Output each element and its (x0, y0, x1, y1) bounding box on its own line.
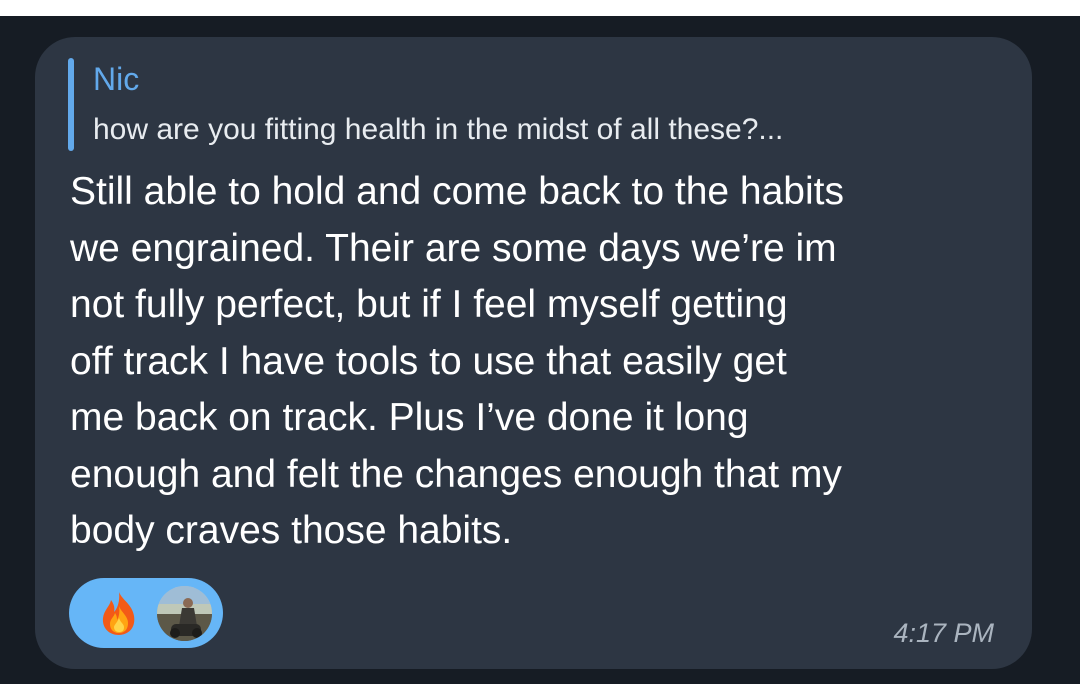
person-photo-icon (157, 586, 212, 641)
message-timestamp: 4:17 PM (893, 618, 994, 648)
message-line: body craves those habits. (70, 509, 513, 552)
message-line: Still able to hold and come back to the … (70, 170, 844, 213)
message-text: Still able to hold and come back to the … (70, 164, 1010, 560)
reply-preview[interactable]: how are you fitting health in the midst … (93, 113, 783, 147)
message-line: we engrained. Their are some days we’re … (70, 226, 837, 270)
reply-author[interactable]: Nic (93, 61, 139, 98)
message-line: me back on track. Plus I’ve done it long (70, 396, 749, 439)
fire-icon (102, 592, 135, 635)
message-line: off track I have tools to use that easil… (70, 339, 787, 383)
reply-quote-bar (68, 58, 74, 151)
message-line: not fully perfect, but if I feel myself … (70, 283, 788, 326)
reactor-avatar[interactable] (157, 586, 212, 641)
message-line: enough and felt the changes enough that … (70, 452, 842, 496)
